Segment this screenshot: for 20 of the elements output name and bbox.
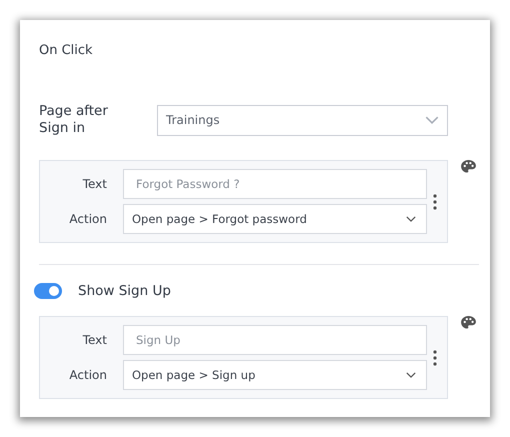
- kebab-menu-icon[interactable]: [433, 194, 437, 210]
- field-label: Action: [69, 368, 107, 382]
- page-dropdown[interactable]: Trainings: [157, 104, 448, 136]
- chevron-down-icon: [406, 216, 416, 222]
- field-label: Text: [82, 177, 107, 191]
- text-field[interactable]: Sign Up: [123, 325, 427, 355]
- text-field[interactable]: Forgot Password ?: [123, 169, 427, 199]
- chevron-down-icon: [406, 372, 416, 378]
- toggle-label: Show Sign Up: [78, 283, 171, 299]
- palette-icon[interactable]: [461, 160, 476, 173]
- action-dropdown[interactable]: Open page > Sign up: [123, 360, 427, 390]
- field-label: Page after Sign in: [39, 103, 109, 137]
- kebab-menu-icon[interactable]: [433, 350, 437, 366]
- field-label: Text: [82, 333, 107, 347]
- field-label: Action: [69, 212, 107, 226]
- chevron-down-icon: [425, 116, 439, 124]
- palette-icon[interactable]: [461, 316, 476, 329]
- section-title: On Click: [39, 42, 93, 59]
- action-dropdown[interactable]: Open page > Forgot password: [123, 204, 427, 234]
- toggle-switch[interactable]: [34, 283, 62, 299]
